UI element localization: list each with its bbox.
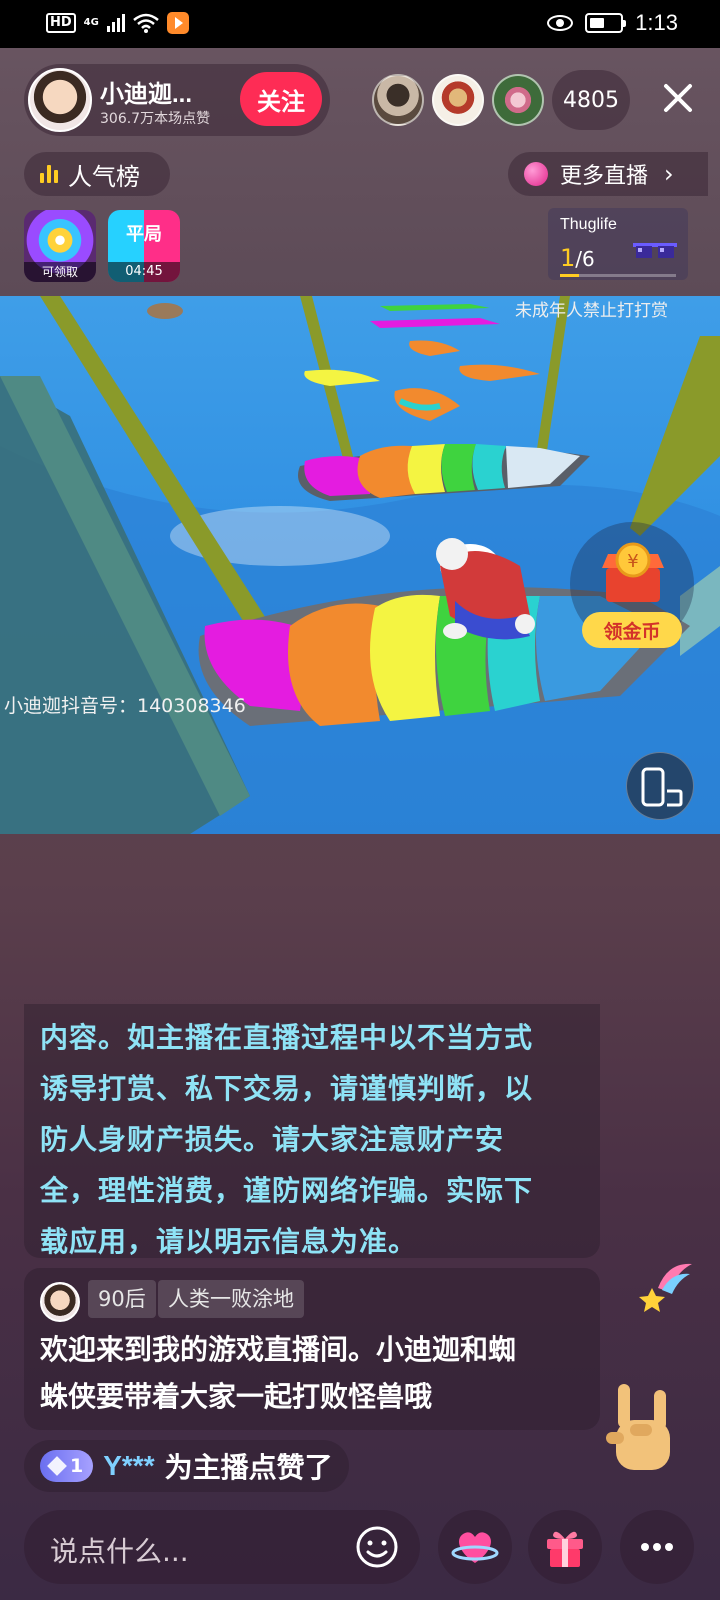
rotate-screen-icon (641, 767, 683, 807)
wifi-icon (133, 13, 159, 33)
diamond-icon (47, 1456, 67, 1476)
bar-chart-icon (40, 165, 58, 183)
claim-coins-label[interactable]: 领金币 (582, 612, 682, 648)
reward-badge-label: 可领取 (24, 262, 96, 282)
chat-message[interactable]: 90后 人类一败涂地 欢迎来到我的游戏直播间。小迪迦和蜘 蛛侠要带着大家一起打败… (24, 1268, 600, 1430)
match-badge-timer: 04:45 (108, 262, 180, 282)
host-like-count: 306.7万本场点赞 (100, 111, 211, 127)
hd-indicator: HD (46, 13, 76, 33)
age-tag: 90后 (88, 1280, 156, 1318)
popularity-rank-label: 人气榜 (68, 162, 140, 191)
viewer-avatar[interactable] (492, 74, 544, 126)
rainbow-star-icon[interactable] (638, 1258, 694, 1314)
host-name: 小迪迦... (100, 81, 193, 108)
streamer-watermark: 小迪迦抖音号：140308346 (4, 695, 246, 717)
signal-icon (106, 14, 125, 32)
follow-button[interactable]: 关注 (240, 72, 322, 126)
sunglasses-icon (633, 243, 677, 258)
app-notification-icon (166, 12, 189, 34)
rock-hand-icon[interactable] (604, 1380, 684, 1480)
heart-planet-icon (451, 1532, 499, 1563)
treasure-chest-icon: ¥ (602, 542, 664, 602)
reward-badge[interactable]: 可领取 (24, 210, 96, 282)
more-live-button[interactable]: 更多直播 › (508, 152, 708, 196)
rotate-screen-button[interactable] (626, 752, 694, 820)
more-options-button[interactable] (620, 1510, 694, 1584)
match-badge-title: 平局 (126, 224, 162, 245)
like-event-text: 为主播点赞了 (164, 1451, 333, 1484)
chevron-right-icon: › (664, 160, 674, 188)
host-info[interactable]: 小迪迦... 306.7万本场点赞 关注 (24, 64, 330, 136)
svg-text:¥: ¥ (627, 551, 638, 572)
viewer-avatar[interactable] (372, 74, 424, 126)
more-dots-icon (641, 1543, 673, 1551)
gift-task-card[interactable]: Thuglife 1/6 (548, 208, 688, 280)
close-icon[interactable] (660, 80, 696, 116)
gift-icon (547, 1531, 583, 1567)
task-progress: 1/6 (560, 244, 595, 272)
more-live-label: 更多直播 (560, 164, 649, 189)
notice-line: 全，理性消费，谨防网络诈骗。实际下 (40, 1174, 534, 1207)
like-button[interactable] (438, 1510, 512, 1584)
live-ball-icon (524, 162, 548, 186)
status-bar: HD 4G 1:13 (0, 0, 720, 48)
task-progress-bar (560, 274, 676, 277)
battery-icon (585, 13, 627, 33)
gift-button[interactable] (528, 1510, 602, 1584)
fan-level-badge: 1 (40, 1450, 94, 1482)
chat-message-text: 欢迎来到我的游戏直播间。小迪迦和蜘 蛛侠要带着大家一起打败怪兽哦 (40, 1333, 517, 1413)
like-event[interactable]: 1 Y*** 为主播点赞了 (24, 1440, 349, 1492)
match-badge[interactable]: 平局 04:45 (108, 210, 180, 282)
viewer-avatar[interactable] (432, 74, 484, 126)
notice-line: 内容。如主播在直播过程中以不当方式 (40, 1021, 534, 1054)
popularity-rank-button[interactable]: 人气榜 (24, 152, 170, 196)
emoji-icon[interactable] (354, 1524, 400, 1570)
platform-notice: 内容。如主播在直播过程中以不当方式 诱导打赏、私下交易，请谨慎判断，以 防人身财… (24, 1004, 600, 1258)
clock: 1:13 (635, 10, 678, 35)
notice-line: 载应用，请以明示信息为准。 (40, 1225, 418, 1258)
notice-line: 防人身财产损失。请大家注意财产安 (40, 1123, 505, 1156)
minor-warning-text: 未成年人禁止打打赏 (515, 301, 668, 321)
comment-placeholder: 说点什么... (50, 1535, 189, 1568)
notice-line: 诱导打赏、私下交易，请谨慎判断，以 (40, 1072, 534, 1105)
host-avatar[interactable] (28, 68, 92, 132)
game-tag: 人类一败涂地 (158, 1280, 304, 1318)
viewer-count[interactable]: 4805 (552, 70, 630, 130)
network-type: 4G (83, 17, 99, 28)
chat-avatar[interactable] (40, 1282, 80, 1322)
comment-input[interactable]: 说点什么... (24, 1510, 420, 1584)
like-user-name[interactable]: Y*** (103, 1450, 154, 1482)
task-name: Thuglife (560, 216, 617, 233)
eye-comfort-icon (547, 15, 574, 31)
